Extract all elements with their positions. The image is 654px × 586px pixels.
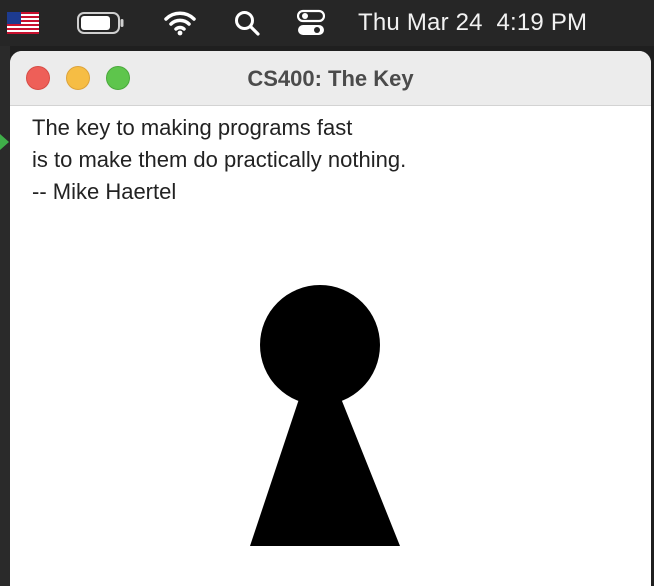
background-window-edge	[0, 46, 10, 586]
control-center-icon[interactable]	[296, 0, 326, 46]
battery-icon[interactable]	[76, 0, 126, 46]
window-title: CS400: The Key	[247, 66, 414, 91]
window-content: The key to making programs fast is to ma…	[10, 106, 651, 586]
app-window: CS400: The Key The key to making program…	[10, 51, 651, 586]
search-icon[interactable]	[232, 0, 262, 46]
keyhole-drawing	[250, 285, 400, 546]
title-bar[interactable]: CS400: The Key	[10, 51, 651, 106]
us-flag-icon[interactable]	[6, 0, 40, 46]
keyhole-triangle	[250, 396, 400, 546]
play-arrow-icon	[0, 134, 9, 150]
wifi-icon[interactable]	[162, 0, 198, 46]
menu-bar: Thu Mar 24 4:19 PM	[0, 0, 654, 46]
menu-bar-clock[interactable]: Thu Mar 24 4:19 PM	[358, 0, 648, 46]
keyhole-circle	[260, 285, 380, 405]
